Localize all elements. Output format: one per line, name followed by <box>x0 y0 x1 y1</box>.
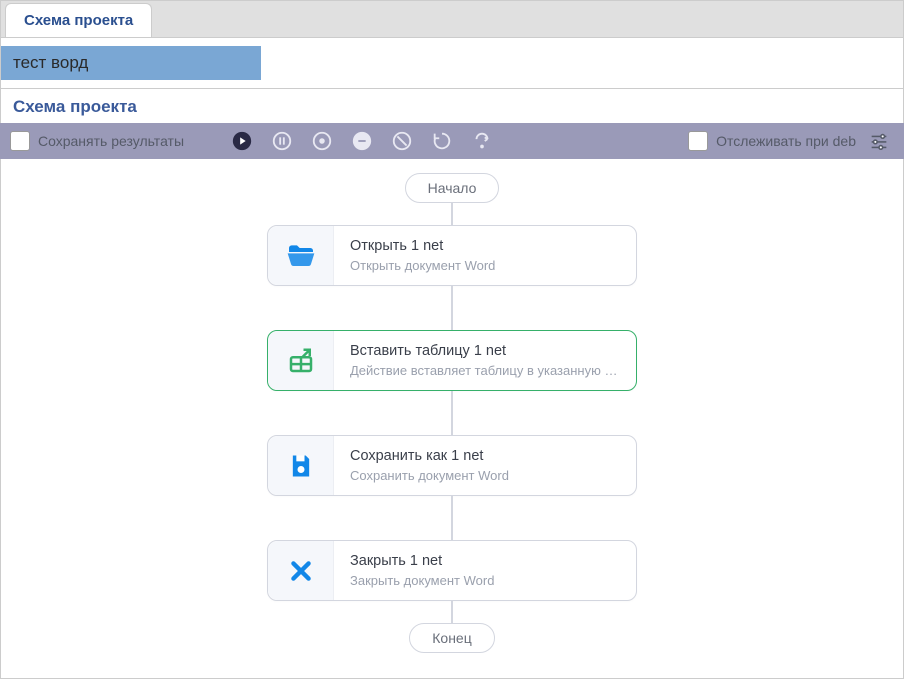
stop-button[interactable] <box>342 123 382 159</box>
tab-label: Схема проекта <box>24 12 133 29</box>
step-title: Сохранить как 1 net <box>350 448 622 464</box>
step-button[interactable] <box>302 123 342 159</box>
track-debug-checkbox[interactable] <box>688 131 708 151</box>
connector <box>451 601 453 623</box>
start-node[interactable]: Начало <box>405 173 500 203</box>
step-subtitle: Сохранить документ Word <box>350 468 622 483</box>
play-icon <box>231 130 253 152</box>
step-subtitle: Закрыть документ Word <box>350 573 622 588</box>
connector <box>451 496 453 540</box>
cancel-icon <box>391 130 413 152</box>
step-subtitle: Действие вставляет таблицу в указанную о… <box>350 363 622 378</box>
pause-icon <box>271 130 293 152</box>
track-debug-label: Отслеживать при deb <box>716 133 856 149</box>
sliders-icon <box>868 130 890 152</box>
flow-canvas[interactable]: Начало Открыть 1 net Открыть документ Wo… <box>0 159 904 679</box>
save-results-label: Сохранять результаты <box>38 133 184 149</box>
project-name-input[interactable]: тест ворд <box>1 46 261 80</box>
tab-bar: Схема проекта <box>0 0 904 37</box>
restart-button[interactable] <box>422 123 462 159</box>
section-header: Схема проекта <box>0 89 904 123</box>
play-button[interactable] <box>222 123 262 159</box>
step-save-as[interactable]: Сохранить как 1 net Сохранить документ W… <box>267 435 637 496</box>
record-icon <box>311 130 333 152</box>
connector <box>451 286 453 330</box>
pause-button[interactable] <box>262 123 302 159</box>
restart-icon <box>431 130 453 152</box>
step-title: Открыть 1 net <box>350 238 622 254</box>
tab-project-scheme[interactable]: Схема проекта <box>5 3 152 37</box>
step-into-button[interactable] <box>462 123 502 159</box>
folder-open-icon <box>268 226 334 285</box>
connector <box>451 391 453 435</box>
settings-button[interactable] <box>864 130 894 152</box>
step-into-icon <box>471 130 493 152</box>
step-open[interactable]: Открыть 1 net Открыть документ Word <box>267 225 637 286</box>
connector <box>451 203 453 225</box>
save-results-checkbox[interactable] <box>10 131 30 151</box>
insert-table-icon <box>268 331 334 390</box>
step-title: Закрыть 1 net <box>350 553 622 569</box>
project-name-row: тест ворд <box>0 37 904 89</box>
step-subtitle: Открыть документ Word <box>350 258 622 273</box>
step-insert-table[interactable]: Вставить таблицу 1 net Действие вставляе… <box>267 330 637 391</box>
toolbar: Сохранять результаты Отслеживать при deb <box>0 123 904 159</box>
close-icon <box>268 541 334 600</box>
end-node[interactable]: Конец <box>409 623 494 653</box>
save-icon <box>268 436 334 495</box>
save-results-toggle[interactable]: Сохранять результаты <box>6 131 194 151</box>
cancel-button[interactable] <box>382 123 422 159</box>
stop-icon <box>351 130 373 152</box>
step-close[interactable]: Закрыть 1 net Закрыть документ Word <box>267 540 637 601</box>
step-title: Вставить таблицу 1 net <box>350 343 622 359</box>
